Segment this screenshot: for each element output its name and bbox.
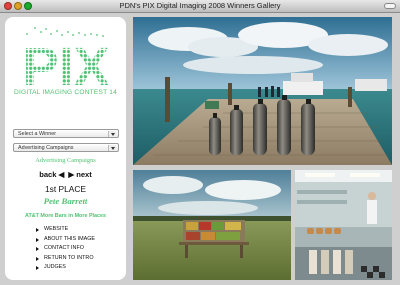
menu-item-about-image[interactable]: ABOUT THIS IMAGE [36, 235, 126, 245]
logo-text: PIX [22, 41, 109, 87]
gallery-nav: back ◀ ▶ next [5, 170, 126, 179]
pier-scene-illustration [133, 17, 392, 165]
triangle-right-icon [36, 256, 39, 261]
category-select-value: Advertising Campaigns [18, 145, 74, 151]
triangle-right-icon [36, 247, 39, 252]
winner-select[interactable]: Select a Winner [13, 129, 119, 138]
triangle-left-icon: ◀ [58, 170, 65, 179]
next-button[interactable]: ▶ next [66, 170, 91, 179]
menu-item-website[interactable]: WEBSITE [36, 225, 126, 235]
place-label: 1st PLACE [45, 184, 86, 194]
thumbnail-image-field[interactable] [133, 170, 291, 280]
toolbar-toggle-icon[interactable] [384, 3, 396, 9]
field-produce-illustration [133, 170, 291, 280]
menu-item-contact-info[interactable]: CONTACT INFO [36, 244, 126, 254]
chevron-down-icon [108, 131, 116, 137]
chevron-down-icon [108, 145, 116, 151]
menu-item-return-intro[interactable]: RETURN TO INTRO [36, 254, 126, 264]
winner-select-value: Select a Winner [18, 131, 57, 137]
contest-label: DIGITAL IMAGING CONTEST 14 [14, 89, 117, 96]
window-title: PDN's PIX Digital Imaging 2008 Winners G… [119, 1, 281, 10]
triangle-right-icon [36, 266, 39, 271]
sidebar: PIX DIGITAL IMAGING CONTEST 14 Select a … [5, 17, 126, 280]
winner-name: Pete Barrett [43, 196, 88, 206]
info-menu: WEBSITE ABOUT THIS IMAGE CONTACT INFO RE… [36, 225, 126, 273]
triangle-right-icon: ▶ [68, 170, 75, 179]
browser-window: PDN's PIX Digital Imaging 2008 Winners G… [0, 0, 400, 285]
category-select[interactable]: Advertising Campaigns [13, 143, 119, 152]
kitchen-illustration [295, 170, 392, 280]
main-gallery-image[interactable] [133, 17, 392, 165]
triangle-right-icon [36, 228, 39, 232]
decorative-dots-icon [26, 27, 104, 37]
thumbnail-image-kitchen[interactable] [295, 170, 392, 280]
category-title: Advertising Campaigns [35, 157, 96, 164]
menu-item-judges[interactable]: JUDGES [36, 263, 126, 273]
title-bar: PDN's PIX Digital Imaging 2008 Winners G… [0, 0, 400, 13]
back-button[interactable]: back ◀ [39, 170, 66, 179]
triangle-right-icon [36, 237, 39, 242]
pix-logo: PIX [22, 41, 109, 87]
campaign-tagline: AT&T More Bars in More Places [24, 213, 107, 219]
